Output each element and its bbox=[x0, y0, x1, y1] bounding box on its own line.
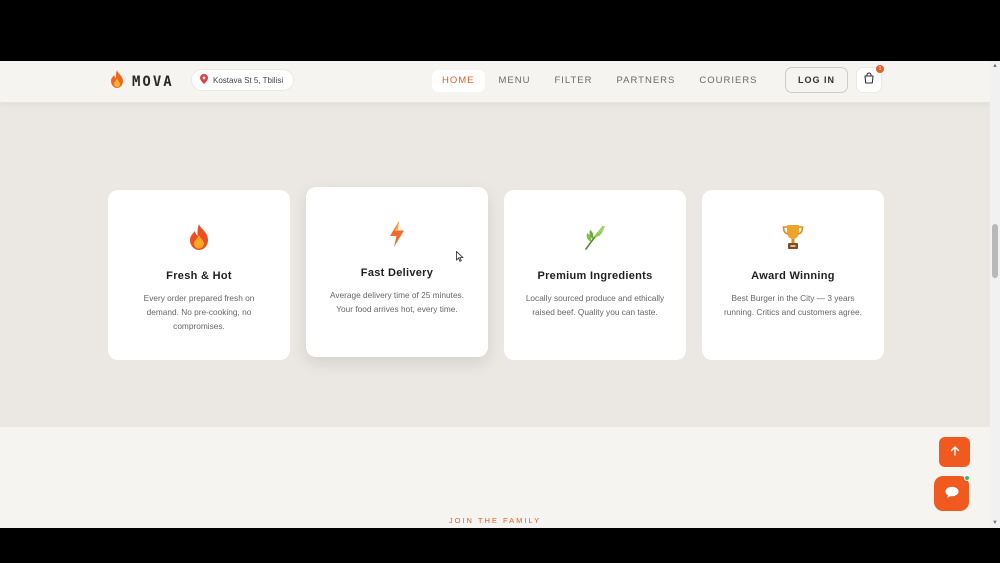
chat-button[interactable] bbox=[934, 475, 970, 511]
feature-desc: Every order prepared fresh on demand. No… bbox=[143, 293, 255, 331]
feature-desc: Best Burger in the City — 3 years runnin… bbox=[724, 293, 862, 317]
flame-icon bbox=[108, 224, 290, 250]
join-section bbox=[0, 427, 990, 528]
lightning-icon bbox=[306, 221, 488, 247]
feature-card-award: Award Winning Best Burger in the City — … bbox=[702, 190, 884, 360]
top-navbar: MOVA Kostava St 5, Tbilisi HOME MENU FIL… bbox=[0, 61, 990, 103]
nav-home[interactable]: HOME bbox=[432, 70, 485, 92]
online-status-dot bbox=[964, 475, 970, 481]
browser-viewport: MOVA Kostava St 5, Tbilisi HOME MENU FIL… bbox=[0, 61, 1000, 528]
scroll-up-arrow-icon[interactable]: ▲ bbox=[992, 63, 998, 69]
cart-count-badge: 1 bbox=[876, 65, 884, 73]
features-section: Fresh & Hot Every order prepared fresh o… bbox=[0, 125, 990, 427]
nav-menu[interactable]: MENU bbox=[489, 70, 541, 92]
feature-title: Fast Delivery bbox=[360, 267, 434, 279]
brand-name: MOVA bbox=[132, 73, 174, 90]
location-text: Kostava St 5, Tbilisi bbox=[213, 75, 284, 85]
scroll-down-arrow-icon[interactable]: ▼ bbox=[992, 520, 998, 526]
scroll-to-top-button[interactable] bbox=[939, 437, 970, 467]
feature-card-fast: Fast Delivery Average delivery time of 2… bbox=[306, 187, 488, 357]
feature-card-ingredients: Premium Ingredients Locally sourced prod… bbox=[504, 190, 686, 360]
map-pin-icon bbox=[200, 74, 208, 86]
feature-desc: Average delivery time of 25 minutes. You… bbox=[329, 290, 465, 314]
nav-partners[interactable]: PARTNERS bbox=[607, 70, 686, 92]
vertical-scrollbar[interactable]: ▲ ▼ bbox=[990, 61, 1000, 528]
trophy-icon bbox=[702, 224, 884, 250]
feature-title: Fresh & Hot bbox=[166, 270, 232, 282]
feature-title: Premium Ingredients bbox=[537, 270, 653, 282]
login-button[interactable]: LOG IN bbox=[785, 67, 848, 93]
chat-bubble-icon bbox=[945, 485, 959, 503]
mouse-cursor bbox=[456, 249, 464, 267]
leaf-icon bbox=[504, 224, 686, 250]
nav-filter[interactable]: FILTER bbox=[544, 70, 602, 92]
brand-logo[interactable]: MOVA bbox=[110, 70, 174, 93]
location-pill[interactable]: Kostava St 5, Tbilisi bbox=[191, 69, 295, 91]
cart-button[interactable]: 1 bbox=[856, 65, 884, 93]
arrow-up-icon bbox=[950, 445, 960, 459]
feature-desc: Locally sourced produce and ethically ra… bbox=[525, 293, 665, 317]
scrollbar-thumb[interactable] bbox=[992, 224, 998, 278]
section-kicker: JOIN THE FAMILY bbox=[448, 516, 542, 525]
feature-card-fresh: Fresh & Hot Every order prepared fresh o… bbox=[108, 190, 290, 360]
flame-icon bbox=[110, 70, 124, 93]
shopping-bag-icon bbox=[863, 71, 875, 89]
feature-title: Award Winning bbox=[751, 270, 835, 282]
nav-couriers[interactable]: COURIERS bbox=[689, 70, 767, 92]
main-nav: HOME MENU FILTER PARTNERS COURIERS bbox=[432, 70, 772, 92]
